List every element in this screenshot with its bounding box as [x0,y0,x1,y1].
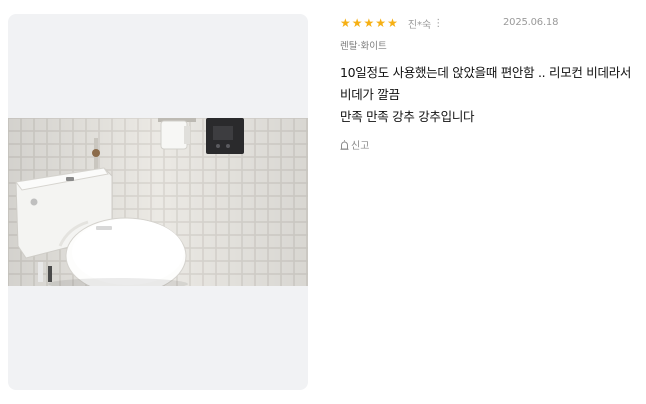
review-date: 2025.06.18 [503,17,559,28]
review-text-line: 비데가 깔끔 [340,87,400,102]
kebab-icon[interactable]: ⋮ [433,18,443,29]
report-button[interactable]: 신고 [340,137,369,152]
star-icon: ★ [351,16,363,30]
reviewer-name: 진*숙 [407,19,432,31]
star-icon: ★ [387,16,398,30]
review-photo-frame[interactable] [8,14,308,390]
star-icon: ★ [363,16,375,30]
review-text-line: 10일정도 사용했는데 앉았을때 편안함 .. 리모컨 비데라서 [340,65,632,80]
review-text: 10일정도 사용했는데 앉았을때 편안함 .. 리모컨 비데라서 비데가 깔끔 … [340,62,640,128]
purchase-option: 렌탈·화이트 [340,41,387,52]
star-rating: ★ ★ ★ ★ ★ [340,17,398,29]
report-label: 신고 [351,141,370,152]
review-photo[interactable] [8,118,308,286]
star-icon: ★ [375,16,387,30]
rating-row: ★ ★ ★ ★ ★ 진*숙 ⋮ [340,15,443,31]
review-text-line: 만족 만족 강추 강추입니다 [340,109,475,124]
siren-icon [340,139,349,150]
star-icon: ★ [340,16,351,30]
